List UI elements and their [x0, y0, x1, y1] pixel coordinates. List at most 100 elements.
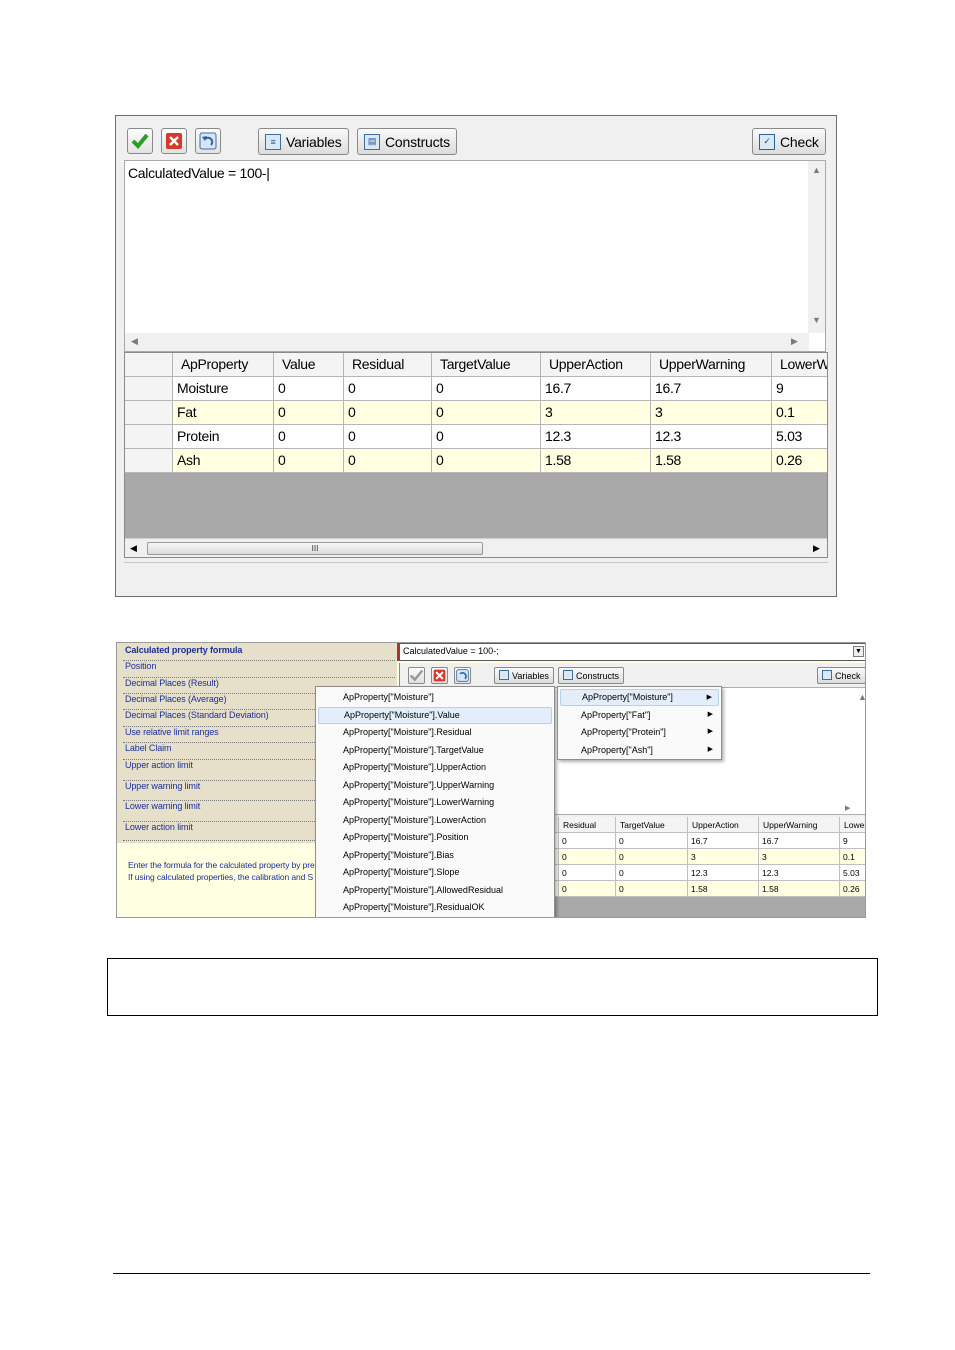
table-cell[interactable]: 16.7	[651, 377, 772, 401]
table-cell[interactable]: Fat	[173, 401, 274, 425]
table-cell[interactable]: 0	[344, 425, 432, 449]
table-cell[interactable]: 0	[432, 401, 541, 425]
table-cell[interactable]: 1.58	[759, 881, 840, 897]
row-header[interactable]	[125, 377, 173, 401]
menu-item[interactable]: ApProperty["Moisture"].ResidualOK	[318, 899, 552, 916]
accept-button[interactable]	[408, 667, 425, 684]
table-cell[interactable]: 1.58	[651, 449, 772, 473]
check-button[interactable]: Check	[817, 667, 865, 684]
row-header[interactable]	[125, 401, 173, 425]
accept-button[interactable]	[127, 128, 153, 154]
table-cell[interactable]: 12.3	[541, 425, 651, 449]
formula-value-field[interactable]: CalculatedValue = 100-; ▼	[397, 643, 865, 661]
table-cell[interactable]: 0	[344, 377, 432, 401]
column-header[interactable]: TargetValue	[432, 353, 541, 377]
table-cell[interactable]: 0.1	[772, 401, 827, 425]
scroll-right-icon[interactable]: ▶	[813, 543, 820, 554]
row-header[interactable]	[125, 425, 173, 449]
table-cell[interactable]: 16.7	[688, 833, 759, 849]
menu-item[interactable]: ApProperty["Moisture"].Slope	[318, 864, 552, 881]
scroll-left-icon[interactable]: ◀	[131, 336, 138, 347]
editor-vertical-scrollbar[interactable]: ▲ ▼	[808, 161, 825, 333]
table-cell[interactable]: 0	[559, 881, 616, 897]
menu-item[interactable]: ApProperty["Moisture"].TargetValue	[318, 742, 552, 759]
table-cell[interactable]: 0.26	[840, 881, 865, 897]
editor-horizontal-scrollbar[interactable]: ◀ ▶	[125, 333, 809, 351]
column-header[interactable]: LowerW	[772, 353, 827, 377]
submenu-item[interactable]: ApProperty["Protein"] ▶	[560, 724, 719, 741]
table-cell[interactable]: 5.03	[772, 425, 827, 449]
table-cell[interactable]: 9	[772, 377, 827, 401]
table-cell[interactable]: 1.58	[688, 881, 759, 897]
table-cell[interactable]: 3	[759, 849, 840, 865]
column-header[interactable]: UpperWarning	[651, 353, 772, 377]
table-cell[interactable]: 12.3	[651, 425, 772, 449]
table-cell[interactable]: 3	[541, 401, 651, 425]
menu-item[interactable]: ApProperty["Moisture"].Value	[318, 706, 552, 724]
table-cell[interactable]: Moisture	[173, 377, 274, 401]
table-cell[interactable]: Protein	[173, 425, 274, 449]
table-cell[interactable]: 12.3	[759, 865, 840, 881]
column-header[interactable]: UpperAction	[688, 817, 759, 833]
table-cell[interactable]: 5.03	[840, 865, 865, 881]
column-header[interactable]: TargetValue	[616, 817, 688, 833]
column-header[interactable]: Value	[274, 353, 344, 377]
table-cell[interactable]: 0	[432, 377, 541, 401]
scroll-down-icon[interactable]: ▼	[812, 315, 821, 325]
column-header[interactable]: Residual	[344, 353, 432, 377]
scroll-right-icon[interactable]: ▶	[791, 336, 798, 347]
submenu-item[interactable]: ApProperty["Moisture"] ▶	[560, 689, 719, 706]
variables-button[interactable]: ≡ Variables	[258, 128, 349, 155]
table-cell[interactable]: 0	[432, 425, 541, 449]
check-button[interactable]: ✓ Check	[752, 128, 826, 155]
scroll-thumb[interactable]: III	[147, 542, 483, 555]
cancel-button[interactable]	[431, 667, 448, 684]
table-cell[interactable]: 1.58	[541, 449, 651, 473]
property-row[interactable]: Position	[123, 661, 395, 678]
formula-editor[interactable]: CalculatedValue = 100-| ▲ ▼ ◀ ▶	[124, 160, 826, 352]
table-cell[interactable]: Ash	[173, 449, 274, 473]
table-cell[interactable]: 0	[559, 849, 616, 865]
table-cell[interactable]: 9	[840, 833, 865, 849]
table-cell[interactable]: 3	[688, 849, 759, 865]
table-cell[interactable]: 16.7	[759, 833, 840, 849]
constructs-button[interactable]: Constructs	[558, 667, 625, 684]
table-cell[interactable]: 0	[616, 865, 688, 881]
scroll-up-icon[interactable]: ▲	[858, 692, 865, 702]
menu-item[interactable]: ApProperty["Moisture"].UpperAction	[318, 759, 552, 776]
menu-item[interactable]: ApProperty["Moisture"].LowerAction	[318, 812, 552, 829]
variables-button[interactable]: Variables	[494, 667, 554, 684]
property-row[interactable]: Calculated property formula	[123, 645, 395, 661]
menu-item[interactable]: ApProperty["Moisture"].Position	[318, 829, 552, 846]
undo-button[interactable]	[454, 667, 471, 684]
table-cell[interactable]: 0.1	[840, 849, 865, 865]
column-header[interactable]: UpperAction	[541, 353, 651, 377]
table-cell[interactable]: 0	[274, 449, 344, 473]
cancel-button[interactable]	[161, 128, 187, 154]
table-cell[interactable]: 16.7	[541, 377, 651, 401]
table-cell[interactable]: 0	[432, 449, 541, 473]
scroll-up-icon[interactable]: ▲	[812, 165, 821, 175]
submenu-item[interactable]: ApProperty["Fat"] ▶	[560, 707, 719, 724]
menu-item[interactable]: ApProperty["Moisture"].Bias	[318, 847, 552, 864]
dropdown-arrow-icon[interactable]: ▼	[853, 646, 864, 657]
table-cell[interactable]: 0	[559, 865, 616, 881]
scroll-right-icon[interactable]: ▶	[845, 804, 850, 812]
table-cell[interactable]: 0	[616, 833, 688, 849]
menu-item[interactable]: ApProperty["Moisture"].LowerWarning	[318, 794, 552, 811]
menu-item[interactable]: ApProperty["Moisture"].AllowedResidual	[318, 882, 552, 899]
menu-item[interactable]: ApProperty["Moisture"].UpperWarning	[318, 777, 552, 794]
menu-item[interactable]: ApProperty["Moisture"]	[318, 689, 552, 706]
table-cell[interactable]: 0	[274, 377, 344, 401]
constructs-button[interactable]: ▤ Constructs	[357, 128, 457, 155]
table-cell[interactable]: 0	[559, 833, 616, 849]
menu-item[interactable]: ApProperty["Moisture"].Residual	[318, 724, 552, 741]
table-cell[interactable]: 3	[651, 401, 772, 425]
undo-button[interactable]	[195, 128, 221, 154]
submenu-item[interactable]: ApProperty["Ash"] ▶	[560, 742, 719, 759]
column-header[interactable]: UpperWarning	[759, 817, 840, 833]
table-cell[interactable]: 0	[616, 849, 688, 865]
scroll-left-icon[interactable]: ◀	[130, 543, 137, 554]
table-cell[interactable]: 0	[274, 425, 344, 449]
table-cell[interactable]: 12.3	[688, 865, 759, 881]
